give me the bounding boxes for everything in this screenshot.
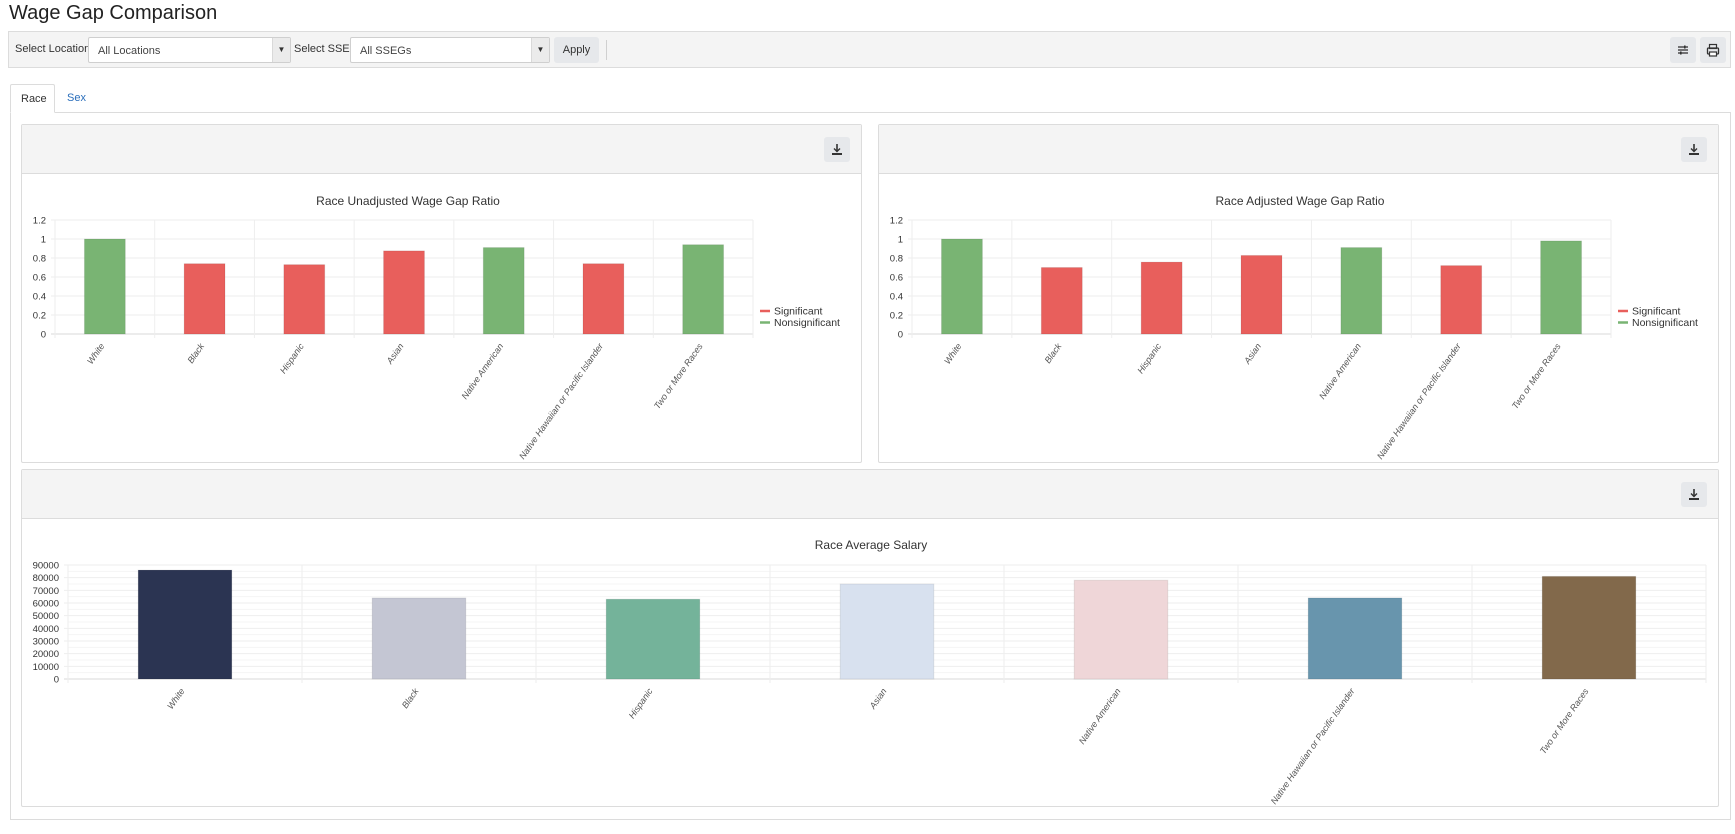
legend-label: Significant [774, 306, 823, 318]
adjusted-wage-gap-chart: Race Adjusted Wage Gap Ratio 0 0.2 0.4 0.6 0… [890, 194, 1698, 461]
x-tick-label: Asian [1241, 341, 1263, 366]
y-tick-label: 0 [54, 675, 59, 686]
average-salary-chart: Race Average Salary 0 10000 2000030000 4000… [33, 538, 1707, 806]
legend-label: Nonsignificant [1632, 317, 1698, 329]
bar-white [83, 238, 126, 335]
bar-asian [1240, 254, 1283, 335]
bar-native-hawaiian-or-pacific-islander [582, 263, 625, 335]
y-tick-label: 0.8 [33, 254, 46, 265]
x-tick-label: Asian [867, 686, 889, 711]
y-tick-label: 0.4 [33, 292, 46, 303]
x-tick-label: Hispanic [278, 341, 306, 375]
legend-label: Nonsignificant [774, 317, 840, 329]
y-tick-label: 20000 [33, 649, 59, 660]
bar-hispanic [1140, 261, 1183, 335]
y-tick-label: 10000 [33, 662, 59, 673]
bar-native-hawaiian-or-pacific-islander [1307, 597, 1403, 680]
y-tick-label: 40000 [33, 624, 59, 635]
x-tick-label: Black [400, 686, 421, 710]
x-tick-label: Native American [1077, 686, 1123, 746]
y-tick-label: 0.2 [890, 311, 903, 322]
bar-two-or-more-races [1541, 575, 1637, 680]
x-tick-label: White [942, 341, 963, 366]
bar-asian [839, 583, 935, 680]
bar-asian [383, 250, 425, 335]
x-tick-label: Native Hawaiian or Pacific Islander [1269, 686, 1358, 806]
y-tick-label: 50000 [33, 611, 59, 622]
bar-two-or-more-races [682, 244, 725, 335]
x-tick-label: White [85, 341, 106, 366]
x-tick-label: Asian [384, 341, 406, 366]
bar-native-american [482, 247, 525, 335]
bar-native-american [1073, 579, 1169, 680]
y-tick-label: 80000 [33, 573, 59, 584]
y-tick-label: 0 [41, 330, 46, 341]
x-tick-label: Black [185, 341, 206, 365]
chart-title: Race Unadjusted Wage Gap Ratio [316, 194, 500, 208]
y-tick-label: 70000 [33, 586, 59, 597]
y-tick-label: 0.6 [33, 273, 46, 284]
bar-native-american [1340, 247, 1383, 335]
bar-native-hawaiian-or-pacific-islander [1440, 265, 1483, 335]
y-tick-label: 0.4 [890, 292, 903, 303]
x-tick-label: Native Hawaiian or Pacific Islander [517, 341, 606, 461]
chart-title: Race Average Salary [815, 538, 928, 552]
bar-hispanic [283, 264, 326, 335]
bar-white [940, 238, 983, 335]
bar-hispanic [605, 598, 701, 680]
x-tick-label: Hispanic [1135, 341, 1163, 375]
bar-white [137, 569, 233, 680]
x-tick-label: Black [1043, 341, 1064, 365]
charts-layer: Race Unadjusted Wage Gap Ratio 0 0.2 0.4 0.… [33, 194, 1707, 806]
bar-two-or-more-races [1540, 240, 1583, 335]
x-tick-label: Hispanic [627, 686, 655, 720]
x-tick-label: Two or More Races [1510, 341, 1563, 411]
x-tick-label: Two or More Races [652, 341, 705, 411]
y-tick-label: 30000 [33, 637, 59, 648]
legend-label: Significant [1632, 306, 1681, 318]
y-tick-label: 0.2 [33, 311, 46, 322]
bar-black [183, 263, 226, 335]
tab-race[interactable]: Race [10, 84, 55, 113]
y-tick-label: 60000 [33, 599, 59, 610]
y-tick-label: 1.2 [33, 216, 46, 227]
y-tick-label: 1 [41, 235, 46, 246]
y-tick-label: 0.6 [890, 273, 903, 284]
x-tick-label: Native American [1317, 341, 1363, 401]
bar-black [371, 597, 467, 680]
x-tick-label: Native American [459, 341, 505, 401]
y-tick-label: 1 [898, 235, 903, 246]
x-tick-label: Native Hawaiian or Pacific Islander [1375, 341, 1464, 461]
bar-black [1040, 267, 1083, 335]
chart-title: Race Adjusted Wage Gap Ratio [1216, 194, 1385, 208]
x-tick-label: White [165, 686, 186, 711]
y-tick-label: 90000 [33, 561, 59, 572]
x-tick-label: Two or More Races [1538, 686, 1591, 756]
unadjusted-wage-gap-chart: Race Unadjusted Wage Gap Ratio 0 0.2 0.4 0.… [33, 194, 840, 461]
y-tick-label: 1.2 [890, 216, 903, 227]
y-tick-label: 0 [898, 330, 903, 341]
y-tick-label: 0.8 [890, 254, 903, 265]
